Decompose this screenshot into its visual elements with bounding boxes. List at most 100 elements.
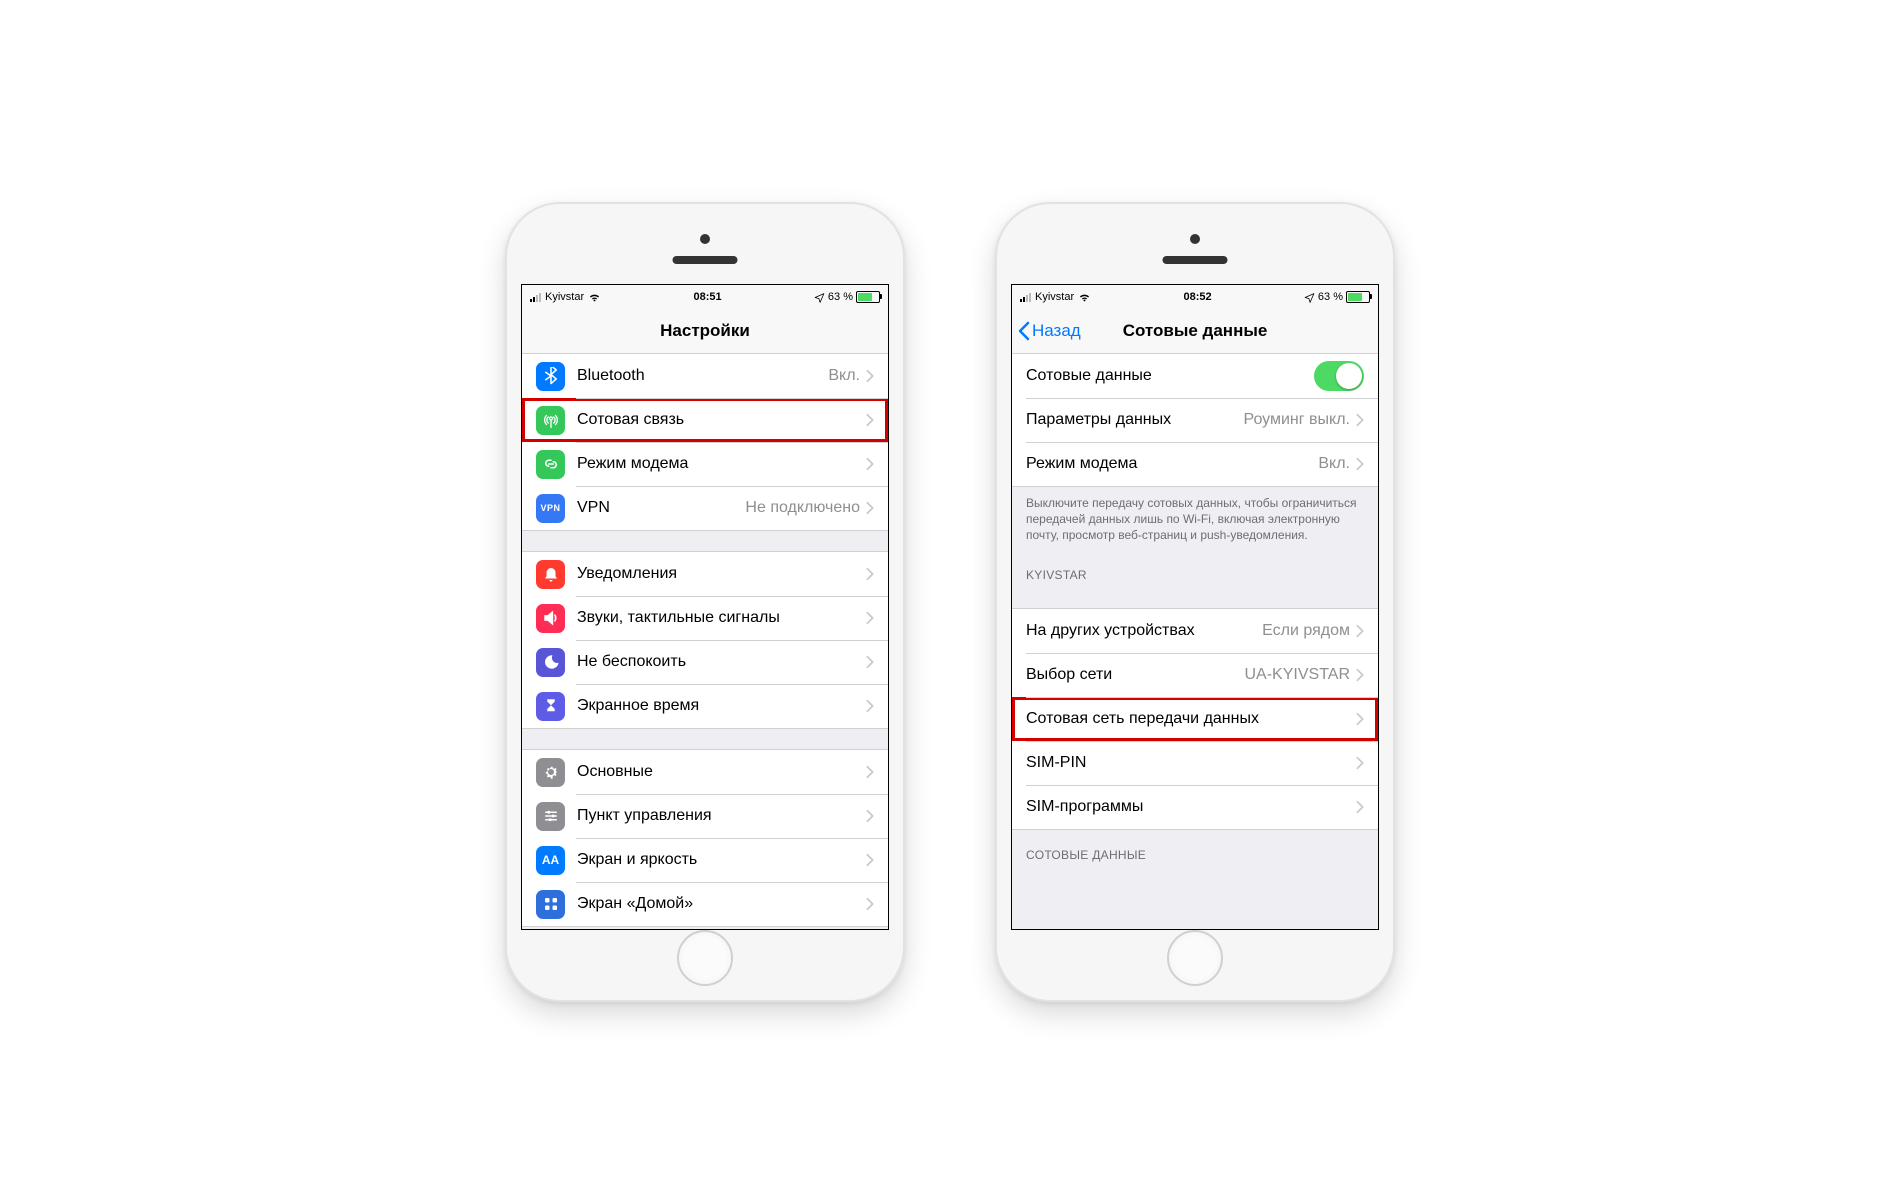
battery-icon [1346,291,1370,303]
row-label: Режим модема [1026,455,1318,473]
section-header-kyivstar: KYIVSTAR [1012,550,1378,588]
wifi-icon [588,292,601,303]
antenna-icon [536,406,565,435]
settings-row[interactable]: SIM-PIN [1012,741,1378,785]
nav-bar: Назад Сотовые данные [1012,309,1378,354]
settings-group-connectivity: BluetoothВкл. Сотовая связь Режим модема VP… [522,354,888,531]
settings-row[interactable]: AA Экран и яркость [522,838,888,882]
settings-row[interactable]: Звуки, тактильные сигналы [522,596,888,640]
chevron-right-icon [866,567,874,581]
settings-row[interactable]: VPNVPNНе подключено [522,486,888,530]
row-label: Экранное время [577,697,866,715]
location-icon [1304,292,1315,303]
section-header-cellular-data: СОТОВЫЕ ДАННЫЕ [1012,830,1378,868]
link-icon [536,450,565,479]
row-value: UA-KYIVSTAR [1245,666,1351,684]
status-time: 08:52 [1091,291,1304,303]
chevron-right-icon [866,655,874,669]
settings-row[interactable]: SIM-программы [1012,785,1378,829]
back-label: Назад [1032,321,1081,341]
cellular-content[interactable]: Сотовые данные Параметры данных Роуминг … [1012,354,1378,929]
settings-row[interactable]: BluetoothВкл. [522,354,888,398]
row-label: SIM-программы [1026,798,1356,816]
settings-row[interactable]: Сотовая связь [522,398,888,442]
back-button[interactable]: Назад [1012,321,1081,341]
row-label: SIM-PIN [1026,754,1356,772]
settings-row[interactable]: Выбор сетиUA-KYIVSTAR [1012,653,1378,697]
chevron-right-icon [866,897,874,911]
cellular-data-toggle[interactable] [1314,361,1364,391]
cellular-group-carrier: На других устройствахЕсли рядомВыбор сет… [1012,608,1378,830]
moon-icon [536,648,565,677]
wifi-icon [1078,292,1091,303]
chevron-left-icon [1018,321,1030,341]
chevron-right-icon [866,853,874,867]
cellular-group-main: Сотовые данные Параметры данных Роуминг … [1012,354,1378,487]
row-label: Режим модема [577,455,866,473]
sliders-icon [536,802,565,831]
chevron-right-icon [866,413,874,427]
location-icon [814,292,825,303]
row-label: Выбор сети [1026,666,1245,684]
status-bar: Kyivstar 08:51 63 % [522,285,888,309]
chevron-right-icon [1356,668,1364,682]
battery-icon [856,291,880,303]
chevron-right-icon [866,809,874,823]
row-label: Экран «Домой» [577,895,866,913]
settings-row[interactable]: На других устройствахЕсли рядом [1012,609,1378,653]
settings-row[interactable]: Экран «Домой» [522,882,888,926]
row-value: Не подключено [745,499,860,517]
row-value: Если рядом [1262,622,1350,640]
home-button[interactable] [677,930,733,986]
home-button[interactable] [1167,930,1223,986]
chevron-right-icon [866,457,874,471]
aa-icon: AA [536,846,565,875]
phone-right: Kyivstar 08:52 63 % Назад Сотовые данные [995,202,1395,1002]
signal-bars-icon [1020,293,1031,302]
nav-title: Настройки [522,321,888,341]
vpn-icon: VPN [536,494,565,523]
settings-row[interactable]: Сотовая сеть передачи данных [1012,697,1378,741]
gear-icon [536,758,565,787]
chevron-right-icon [1356,800,1364,814]
screen-left: Kyivstar 08:51 63 % Настройки BluetoothВ… [521,284,889,930]
speaker-icon [536,604,565,633]
chevron-right-icon [866,611,874,625]
row-label: Параметры данных [1026,411,1243,429]
row-value: Роуминг выкл. [1243,411,1350,429]
battery-pct: 63 % [1318,291,1343,303]
row-label: VPN [577,499,745,517]
battery-pct: 63 % [828,291,853,303]
cellular-note: Выключите передачу сотовых данных, чтобы… [1012,487,1378,550]
chevron-right-icon [866,765,874,779]
settings-row[interactable]: Уведомления [522,552,888,596]
row-label: Основные [577,763,866,781]
chevron-right-icon [1356,712,1364,726]
settings-row[interactable]: Экранное время [522,684,888,728]
row-label: Пункт управления [577,807,866,825]
chevron-right-icon [1356,624,1364,638]
row-label: Экран и яркость [577,851,866,869]
row-label: Не беспокоить [577,653,866,671]
row-label: Сотовая связь [577,411,866,429]
chevron-right-icon [1356,756,1364,770]
signal-bars-icon [530,293,541,302]
row-cellular-data[interactable]: Сотовые данные [1012,354,1378,398]
carrier-label: Kyivstar [545,291,584,303]
chevron-right-icon [866,501,874,515]
row-data-options[interactable]: Параметры данных Роуминг выкл. [1012,398,1378,442]
settings-group-notifications: УведомленияЗвуки, тактильные сигналы Не б… [522,551,888,729]
bluetooth-icon [536,362,565,391]
settings-row[interactable]: Не беспокоить [522,640,888,684]
settings-row[interactable]: Режим модема [522,442,888,486]
settings-row[interactable]: Пункт управления [522,794,888,838]
bell-icon [536,560,565,589]
settings-content[interactable]: BluetoothВкл. Сотовая связь Режим модема VP… [522,354,888,929]
screen-right: Kyivstar 08:52 63 % Назад Сотовые данные [1011,284,1379,930]
settings-row[interactable]: Основные [522,750,888,794]
settings-group-general: Основные Пункт управления AA Экран и яркост… [522,749,888,927]
grid-icon [536,890,565,919]
row-hotspot[interactable]: Режим модема Вкл. [1012,442,1378,486]
row-label: На других устройствах [1026,622,1262,640]
row-label: Сотовые данные [1026,367,1314,385]
